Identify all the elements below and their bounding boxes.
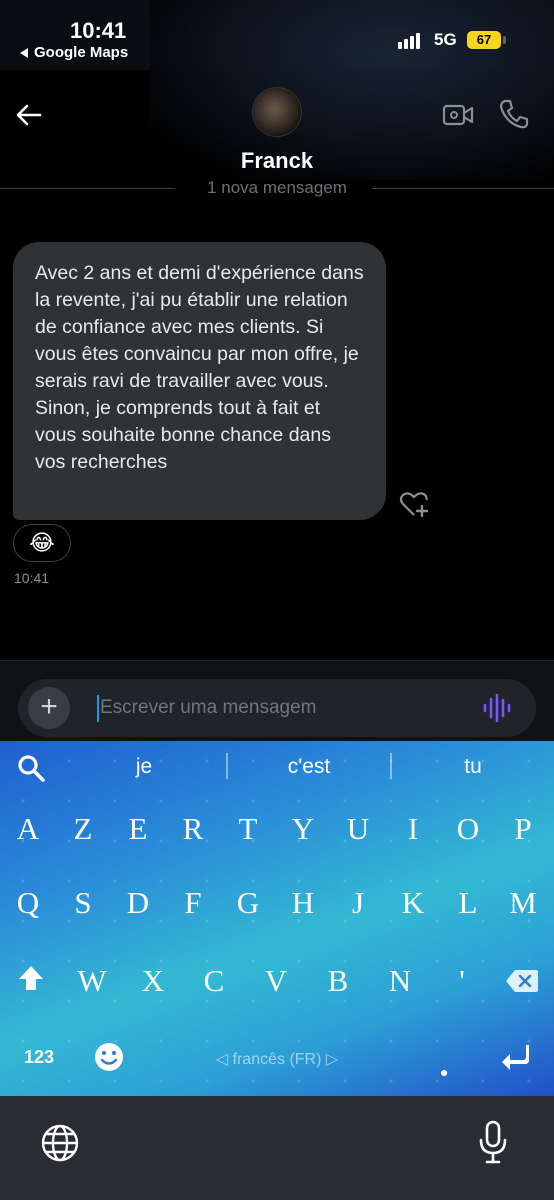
- voice-message-icon[interactable]: [482, 694, 512, 722]
- key-k[interactable]: K: [393, 885, 433, 921]
- add-attachment-button[interactable]: +: [28, 687, 70, 729]
- key-b[interactable]: B: [318, 963, 358, 999]
- status-time: 10:41: [70, 18, 127, 43]
- back-arrow-icon[interactable]: [14, 100, 44, 130]
- suggestion-2[interactable]: c'est: [259, 755, 359, 779]
- key-e[interactable]: E: [118, 811, 158, 847]
- contact-name[interactable]: Franck: [0, 148, 554, 174]
- key-m[interactable]: M: [503, 885, 543, 921]
- message-bubble[interactable]: Avec 2 ans et demi d'expérience dans la …: [13, 242, 386, 520]
- video-call-icon[interactable]: [442, 100, 474, 130]
- key-y[interactable]: Y: [283, 811, 323, 847]
- keyboard-search-icon[interactable]: [16, 753, 46, 783]
- key-g[interactable]: G: [228, 885, 268, 921]
- space-left-arrow-icon: ◁: [215, 1051, 233, 1068]
- text-caret: [97, 695, 99, 722]
- key-c[interactable]: C: [194, 963, 234, 999]
- key-u[interactable]: U: [338, 811, 378, 847]
- backspace-icon[interactable]: [505, 969, 539, 993]
- space-bar[interactable]: ◁ francês (FR) ▷: [0, 1049, 554, 1069]
- message-composer: +: [18, 679, 536, 737]
- phone-call-icon[interactable]: [498, 98, 530, 130]
- keyboard: je c'est tu A Z E R T Y U I O P Q S D F …: [0, 741, 554, 1096]
- add-reaction-icon[interactable]: [398, 489, 430, 519]
- suggestion-separator: [390, 753, 392, 779]
- key-i[interactable]: I: [393, 811, 433, 847]
- back-to-app-link[interactable]: Google Maps: [18, 44, 128, 61]
- message-timestamp: 10:41: [14, 570, 50, 586]
- key-h[interactable]: H: [283, 885, 323, 921]
- key-apostrophe[interactable]: ': [442, 963, 482, 999]
- suggestion-bar: je c'est tu: [0, 741, 554, 793]
- network-type: 5G: [434, 30, 457, 49]
- period-key[interactable]: ●: [440, 1064, 448, 1080]
- dictation-mic-icon[interactable]: [478, 1120, 508, 1164]
- key-f[interactable]: F: [173, 885, 213, 921]
- key-v[interactable]: V: [256, 963, 296, 999]
- key-d[interactable]: D: [118, 885, 158, 921]
- new-messages-divider: 1 nova mensagem: [0, 178, 554, 198]
- enter-icon[interactable]: [500, 1043, 530, 1071]
- back-triangle-icon: [20, 47, 28, 58]
- shift-icon[interactable]: [17, 964, 45, 992]
- key-q[interactable]: Q: [8, 885, 48, 921]
- space-right-arrow-icon: ▷: [325, 1051, 339, 1068]
- key-x[interactable]: X: [133, 963, 173, 999]
- key-t[interactable]: T: [228, 811, 268, 847]
- divider-line-right: [372, 188, 554, 189]
- message-input[interactable]: [100, 687, 470, 729]
- suggestion-separator: [226, 753, 228, 779]
- battery-tip: [503, 36, 506, 44]
- message-reaction[interactable]: 😂: [13, 524, 71, 562]
- key-a[interactable]: A: [8, 811, 48, 847]
- key-p[interactable]: P: [503, 811, 543, 847]
- battery-icon: 67: [467, 31, 501, 49]
- keyboard-bottom-bar: [0, 1096, 554, 1200]
- contact-avatar[interactable]: [252, 87, 302, 137]
- key-s[interactable]: S: [63, 885, 103, 921]
- suggestion-1[interactable]: je: [104, 755, 184, 779]
- suggestion-3[interactable]: tu: [433, 755, 513, 779]
- key-l[interactable]: L: [448, 885, 488, 921]
- back-app-label: Google Maps: [34, 44, 129, 61]
- signal-strength-icon: [398, 33, 420, 49]
- key-z[interactable]: Z: [63, 811, 103, 847]
- language-label: francês (FR): [232, 1051, 322, 1068]
- chat-header: Franck: [0, 70, 554, 190]
- key-j[interactable]: J: [338, 885, 378, 921]
- key-n[interactable]: N: [380, 963, 420, 999]
- key-r[interactable]: R: [173, 811, 213, 847]
- globe-icon[interactable]: [40, 1123, 80, 1163]
- composer-area: +: [0, 660, 554, 741]
- key-w[interactable]: W: [72, 963, 112, 999]
- key-o[interactable]: O: [448, 811, 488, 847]
